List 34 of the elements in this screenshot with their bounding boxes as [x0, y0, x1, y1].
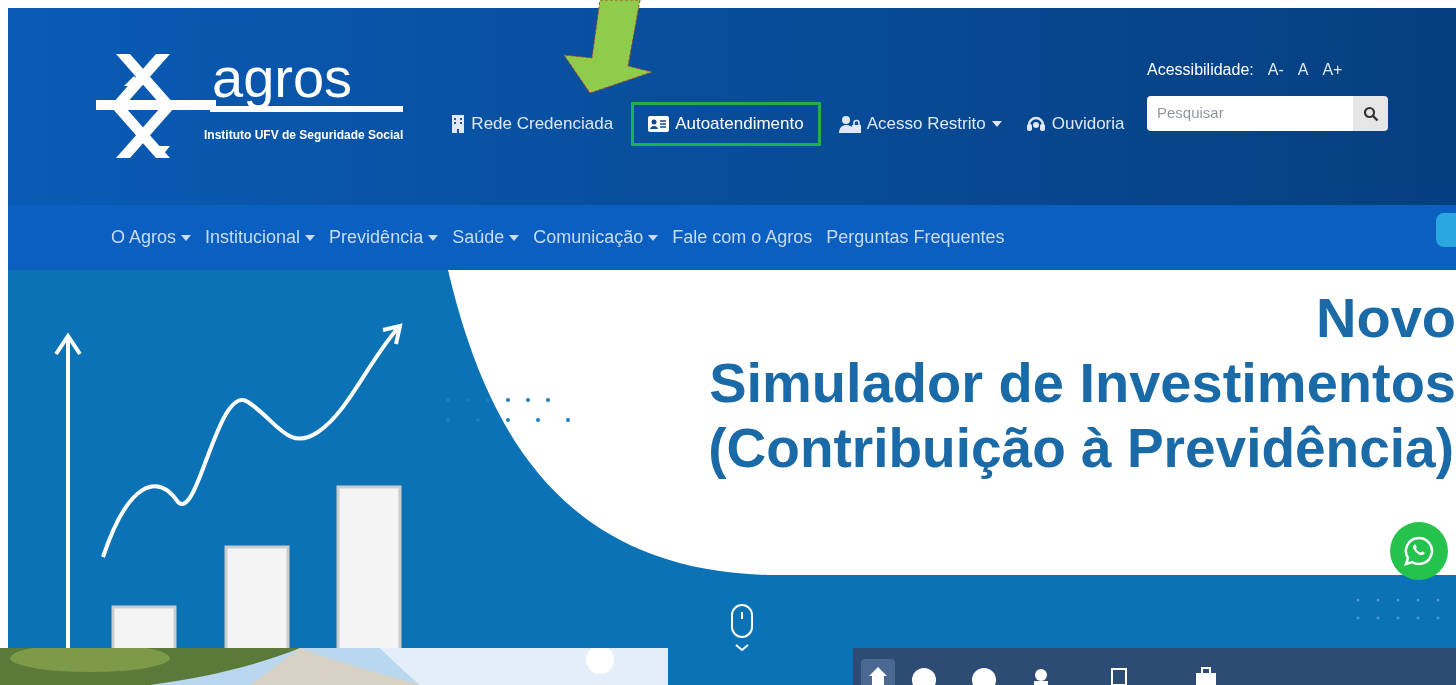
- font-size-button[interactable]: A-: [1267, 58, 1284, 82]
- font-size-button[interactable]: A: [1297, 58, 1309, 82]
- id-card-icon: [648, 116, 670, 132]
- font-size-button[interactable]: A+: [1322, 58, 1343, 82]
- logo-tagline: Instituto UFV de Seguridade Social: [204, 127, 404, 144]
- headset-icon: [1025, 115, 1046, 133]
- building-icon: [451, 115, 466, 133]
- whatsapp-icon: [1403, 535, 1435, 567]
- banner-title: Simulador de Investimentos: [709, 351, 1456, 415]
- main-nav-link[interactable]: Institucional: [200, 224, 321, 251]
- search-button[interactable]: [1353, 96, 1388, 131]
- top-nav-link[interactable]: Ouvidoria: [1019, 102, 1131, 146]
- user-lock-icon: [838, 115, 861, 133]
- main-nav-link[interactable]: Perguntas Frequentes: [821, 224, 1010, 251]
- main-nav-link[interactable]: O Agros: [106, 224, 197, 251]
- person-icon[interactable]: [1031, 667, 1051, 685]
- home-icon: [868, 666, 888, 685]
- main-nav-link[interactable]: Previdência: [324, 224, 444, 251]
- briefcase-icon[interactable]: [1195, 667, 1217, 685]
- main-nav-link[interactable]: Fale com o Agros: [667, 224, 818, 251]
- logo-wordmark: agros: [210, 50, 404, 112]
- search-icon: [1362, 105, 1379, 122]
- accessibility-label: Acessibilidade:: [1147, 60, 1254, 80]
- top-nav-link[interactable]: Rede Credenciada: [445, 102, 620, 146]
- banner-headline: Novo: [1316, 286, 1456, 350]
- search-field[interactable]: Pesquisar: [1147, 96, 1353, 131]
- scroll-mouse-icon: [730, 603, 754, 653]
- top-nav-link[interactable]: Autoatendimento: [631, 102, 821, 146]
- banner-subtitle: (Contribuição à Previdência): [708, 416, 1455, 480]
- main-nav-link[interactable]: Saúde: [447, 224, 525, 251]
- top-nav-link[interactable]: Acesso Restrito: [832, 102, 1008, 146]
- home-button[interactable]: [861, 659, 895, 685]
- main-nav-link[interactable]: Comunicação: [528, 224, 664, 251]
- documents-icon[interactable]: [1109, 667, 1129, 685]
